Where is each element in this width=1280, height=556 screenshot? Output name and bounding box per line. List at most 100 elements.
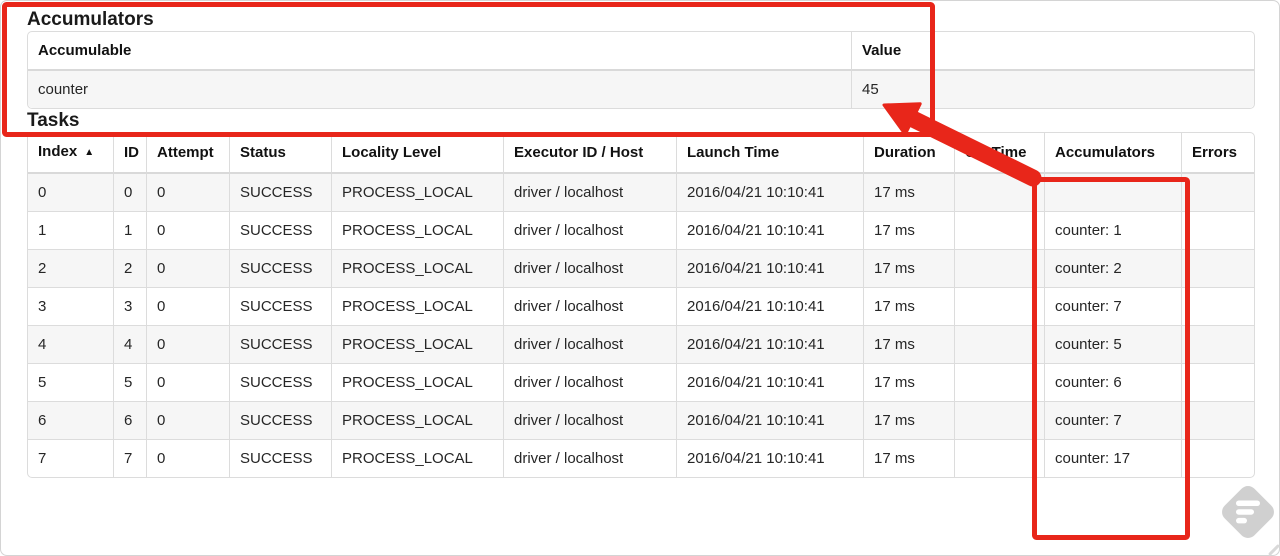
launch-time-cell: 2016/04/21 10:10:41 bbox=[676, 325, 863, 363]
attempt-cell: 0 bbox=[146, 249, 229, 287]
launch-time-cell: 2016/04/21 10:10:41 bbox=[676, 249, 863, 287]
tasks-section-title: Tasks bbox=[27, 110, 80, 131]
accumulators-cell: counter: 7 bbox=[1044, 287, 1181, 325]
launch-time-cell: 2016/04/21 10:10:41 bbox=[676, 439, 863, 477]
gc-time-cell bbox=[954, 363, 1044, 401]
executor-cell: driver / localhost bbox=[503, 249, 676, 287]
attempt-cell: 0 bbox=[146, 325, 229, 363]
index-cell: 2 bbox=[28, 249, 113, 287]
accumulable-row: counter 45 bbox=[28, 71, 1254, 108]
errors-cell bbox=[1181, 287, 1254, 325]
errors-cell bbox=[1181, 174, 1254, 211]
index-cell: 7 bbox=[28, 439, 113, 477]
attempt-cell: 0 bbox=[146, 439, 229, 477]
attempt-cell: 0 bbox=[146, 363, 229, 401]
duration-cell: 17 ms bbox=[863, 211, 954, 249]
status-cell: SUCCESS bbox=[229, 363, 331, 401]
index-cell: 4 bbox=[28, 325, 113, 363]
accumulable-table: Accumulable Value counter 45 bbox=[27, 31, 1255, 109]
launch-time-cell: 2016/04/21 10:10:41 bbox=[676, 401, 863, 439]
index-cell: 5 bbox=[28, 363, 113, 401]
column-header-accumulable[interactable]: Accumulable bbox=[28, 32, 851, 71]
locality-cell: PROCESS_LOCAL bbox=[331, 439, 503, 477]
accumulators-section-title: Accumulators bbox=[27, 9, 154, 30]
gc-time-cell bbox=[954, 401, 1044, 439]
spark-stage-page: Accumulators Accumulable Value counter 4… bbox=[0, 0, 1280, 556]
task-row: 4 4 0 SUCCESS PROCESS_LOCAL driver / loc… bbox=[28, 325, 1254, 363]
attempt-cell: 0 bbox=[146, 287, 229, 325]
task-row: 5 5 0 SUCCESS PROCESS_LOCAL driver / loc… bbox=[28, 363, 1254, 401]
attempt-cell: 0 bbox=[146, 401, 229, 439]
column-header-duration[interactable]: Duration bbox=[863, 133, 954, 174]
accumulators-cell bbox=[1044, 174, 1181, 211]
executor-cell: driver / localhost bbox=[503, 439, 676, 477]
gc-time-cell bbox=[954, 325, 1044, 363]
corner-mark bbox=[1268, 544, 1280, 556]
status-cell: SUCCESS bbox=[229, 401, 331, 439]
duration-cell: 17 ms bbox=[863, 325, 954, 363]
column-header-executor-id-host[interactable]: Executor ID / Host bbox=[503, 133, 676, 174]
task-row: 2 2 0 SUCCESS PROCESS_LOCAL driver / loc… bbox=[28, 249, 1254, 287]
duration-cell: 17 ms bbox=[863, 401, 954, 439]
tasks-header-row: Index ▲ ID Attempt Status Locality Level … bbox=[28, 133, 1254, 174]
id-cell: 1 bbox=[113, 211, 146, 249]
locality-cell: PROCESS_LOCAL bbox=[331, 249, 503, 287]
accumulators-cell: counter: 7 bbox=[1044, 401, 1181, 439]
executor-cell: driver / localhost bbox=[503, 174, 676, 211]
index-cell: 6 bbox=[28, 401, 113, 439]
page-content: Accumulators Accumulable Value counter 4… bbox=[0, 0, 1280, 478]
errors-cell bbox=[1181, 249, 1254, 287]
tasks-table: Index ▲ ID Attempt Status Locality Level … bbox=[27, 132, 1255, 478]
column-header-launch-time[interactable]: Launch Time bbox=[676, 133, 863, 174]
errors-cell bbox=[1181, 211, 1254, 249]
id-cell: 6 bbox=[113, 401, 146, 439]
accumulators-cell: counter: 6 bbox=[1044, 363, 1181, 401]
status-cell: SUCCESS bbox=[229, 439, 331, 477]
sort-ascending-icon: ▲ bbox=[84, 147, 95, 158]
executor-cell: driver / localhost bbox=[503, 211, 676, 249]
column-header-locality-level[interactable]: Locality Level bbox=[331, 133, 503, 174]
duration-cell: 17 ms bbox=[863, 439, 954, 477]
task-row: 1 1 0 SUCCESS PROCESS_LOCAL driver / loc… bbox=[28, 211, 1254, 249]
duration-cell: 17 ms bbox=[863, 363, 954, 401]
locality-cell: PROCESS_LOCAL bbox=[331, 211, 503, 249]
executor-cell: driver / localhost bbox=[503, 401, 676, 439]
launch-time-cell: 2016/04/21 10:10:41 bbox=[676, 363, 863, 401]
column-header-errors[interactable]: Errors bbox=[1181, 133, 1254, 174]
task-row: 7 7 0 SUCCESS PROCESS_LOCAL driver / loc… bbox=[28, 439, 1254, 477]
column-header-status[interactable]: Status bbox=[229, 133, 331, 174]
column-header-accumulators[interactable]: Accumulators bbox=[1044, 133, 1181, 174]
accumulators-cell: counter: 1 bbox=[1044, 211, 1181, 249]
id-cell: 2 bbox=[113, 249, 146, 287]
status-cell: SUCCESS bbox=[229, 249, 331, 287]
launch-time-cell: 2016/04/21 10:10:41 bbox=[676, 174, 863, 211]
attempt-cell: 0 bbox=[146, 174, 229, 211]
index-cell: 0 bbox=[38, 184, 47, 201]
column-header-index[interactable]: Index ▲ bbox=[28, 133, 113, 174]
status-cell: SUCCESS bbox=[229, 325, 331, 363]
locality-cell: PROCESS_LOCAL bbox=[331, 325, 503, 363]
id-cell: 0 bbox=[113, 174, 146, 211]
gc-time-cell bbox=[954, 249, 1044, 287]
column-header-value[interactable]: Value bbox=[851, 32, 1254, 71]
column-header-id[interactable]: ID bbox=[113, 133, 146, 174]
gc-time-cell bbox=[954, 211, 1044, 249]
errors-cell bbox=[1181, 325, 1254, 363]
index-cell: 3 bbox=[28, 287, 113, 325]
attempt-cell: 0 bbox=[146, 211, 229, 249]
gc-time-cell bbox=[954, 287, 1044, 325]
errors-cell bbox=[1181, 401, 1254, 439]
column-header-index-label: Index bbox=[38, 143, 78, 160]
column-header-attempt[interactable]: Attempt bbox=[146, 133, 229, 174]
column-header-gc-time[interactable]: GC Time bbox=[954, 133, 1044, 174]
status-cell: SUCCESS bbox=[229, 174, 331, 211]
duration-cell: 17 ms bbox=[863, 174, 954, 211]
errors-cell bbox=[1181, 439, 1254, 477]
duration-cell: 17 ms bbox=[863, 287, 954, 325]
gc-time-cell bbox=[954, 174, 1044, 211]
watermark-icon bbox=[1222, 486, 1274, 538]
id-cell: 4 bbox=[113, 325, 146, 363]
locality-cell: PROCESS_LOCAL bbox=[331, 287, 503, 325]
gc-time-cell bbox=[954, 439, 1044, 477]
status-cell: SUCCESS bbox=[229, 287, 331, 325]
